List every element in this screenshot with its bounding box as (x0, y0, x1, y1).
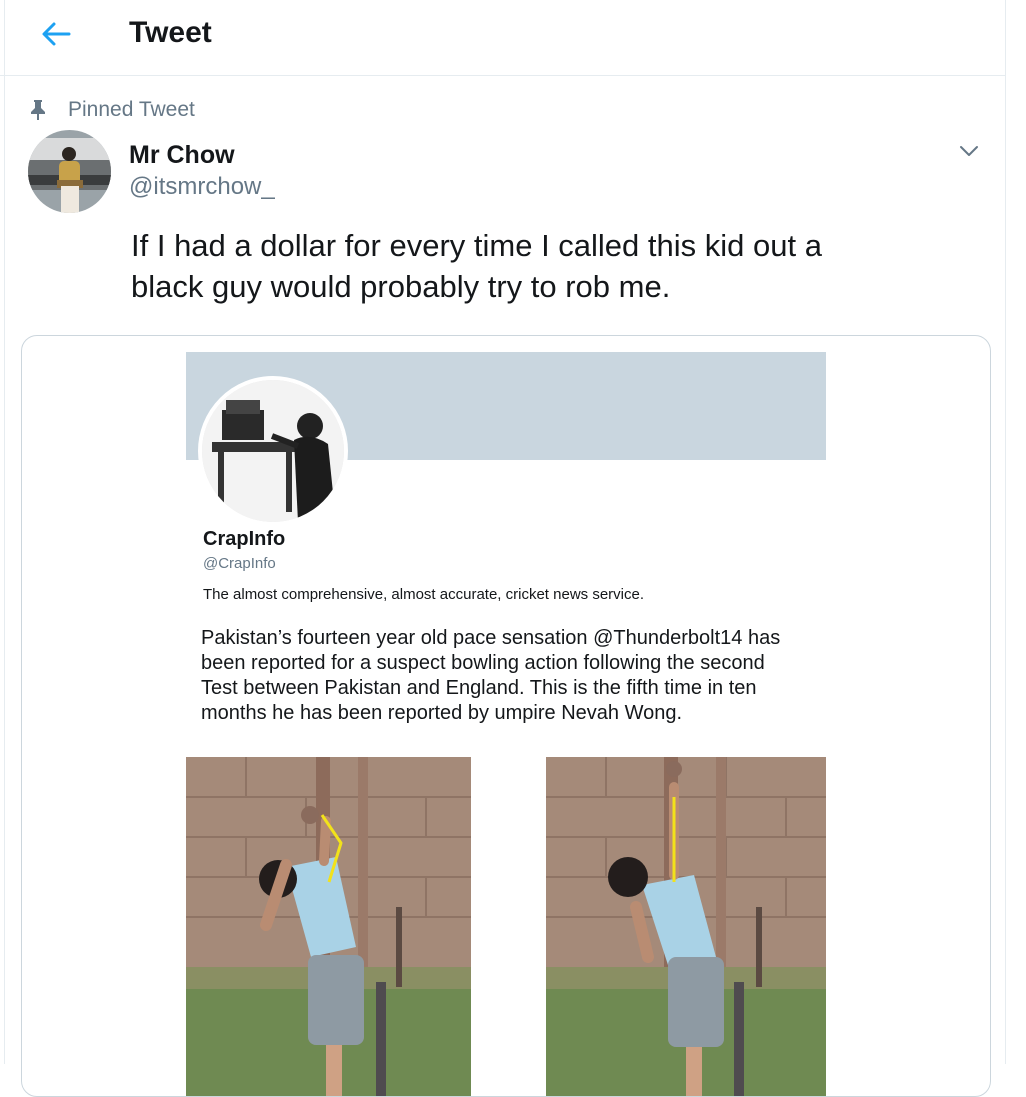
embedded-bio: The almost comprehensive, almost accurat… (203, 586, 644, 603)
tweet-text: If I had a dollar for every time I calle… (131, 228, 822, 304)
embedded-name: CrapInfo (203, 528, 286, 550)
arrow-left-icon (42, 22, 71, 46)
pinned-label: Pinned Tweet (68, 98, 195, 121)
bowling-photo-right (546, 757, 826, 1096)
page-header: Tweet (0, 0, 1006, 76)
back-button[interactable] (36, 14, 76, 54)
page-title: Tweet (129, 16, 212, 49)
embedded-avatar (198, 376, 348, 526)
embedded-handle: @CrapInfo (203, 555, 276, 572)
author-name[interactable]: Mr Chow (129, 140, 235, 170)
tweet-menu-button[interactable] (952, 136, 986, 166)
embedded-screenshot: CrapInfo @CrapInfo The almost comprehens… (186, 352, 826, 1096)
tweet-media[interactable]: CrapInfo @CrapInfo The almost comprehens… (21, 335, 991, 1097)
bowling-photo-left (186, 757, 471, 1096)
chevron-down-icon (960, 146, 978, 156)
author-handle[interactable]: @itsmrchow_ (129, 172, 275, 202)
author-avatar[interactable] (28, 130, 111, 213)
pinned-indicator: Pinned Tweet (30, 96, 195, 124)
pin-icon (31, 100, 45, 120)
embedded-text: Pakistan’s fourteen year old pace sensat… (201, 627, 781, 724)
